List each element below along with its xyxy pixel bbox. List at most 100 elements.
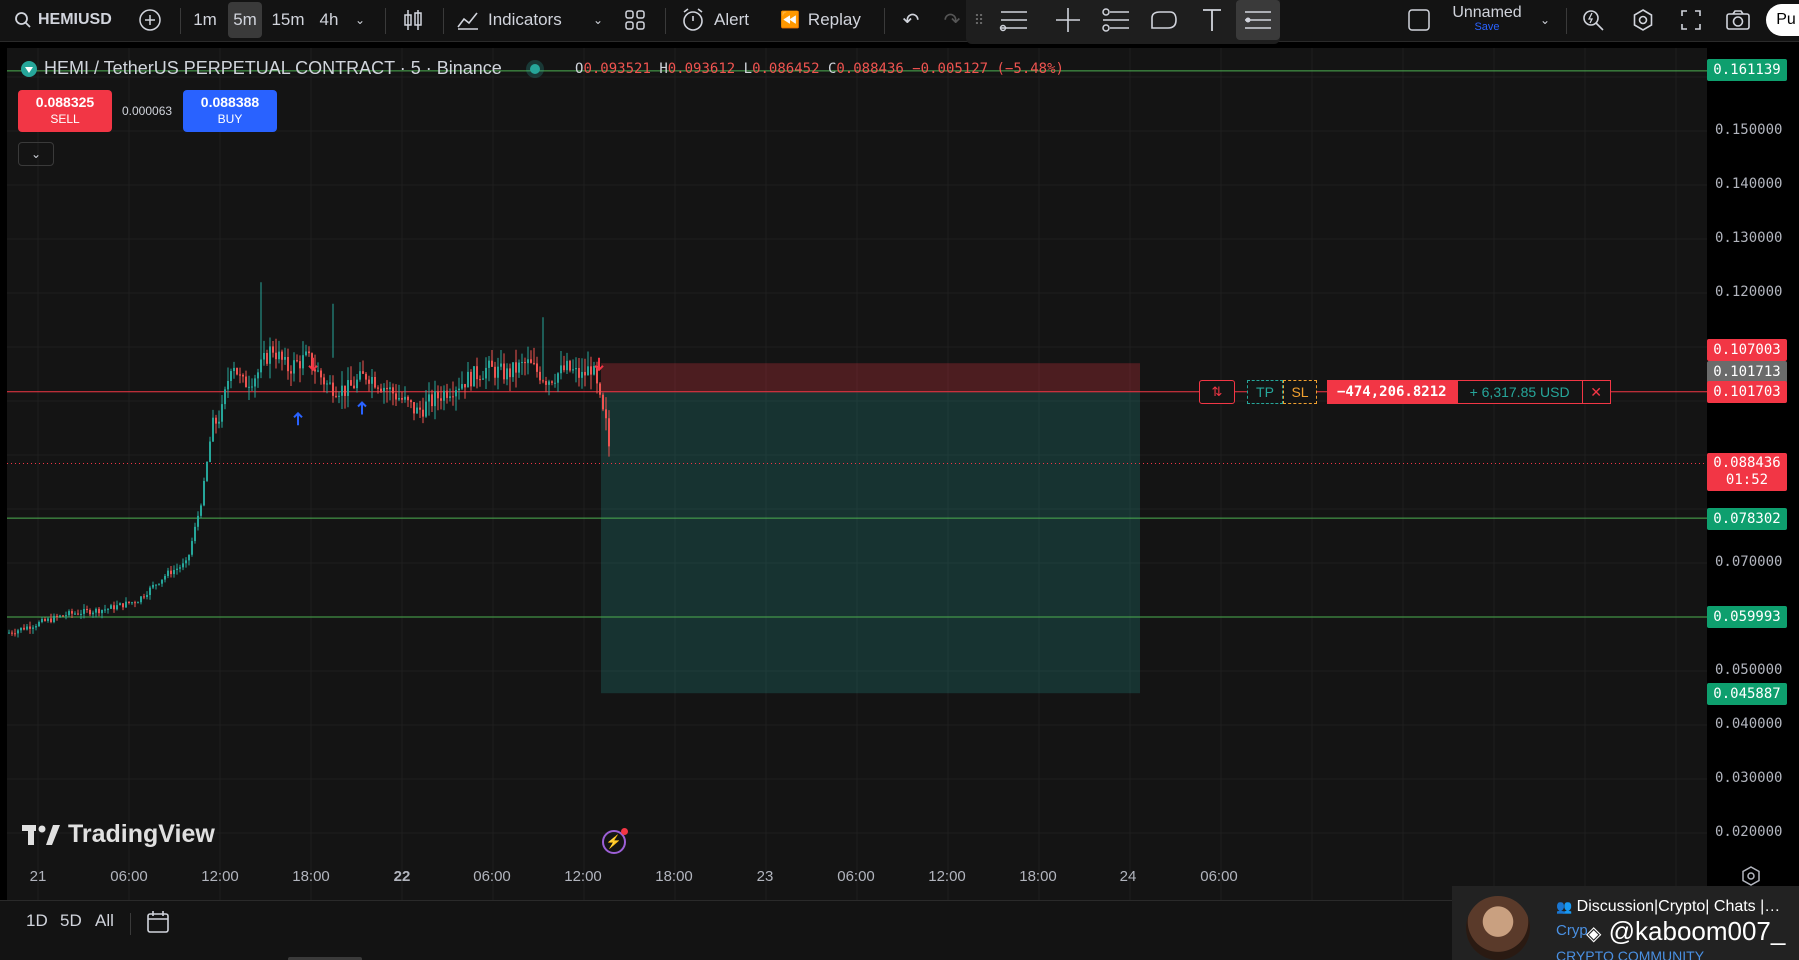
candle-body: [524, 362, 526, 364]
hline-price-tag: 0.161139: [1707, 59, 1787, 81]
indicators-dropdown[interactable]: ⌄: [588, 0, 608, 40]
legend-collapse-button[interactable]: ⌄: [18, 142, 54, 166]
candle-body: [74, 613, 76, 615]
drag-handle[interactable]: ⠿: [972, 0, 986, 40]
chart-type-button[interactable]: [398, 0, 428, 40]
time-tick: 21: [29, 868, 47, 885]
chevron-down-icon: ⌄: [30, 147, 42, 161]
candle-body: [593, 365, 595, 375]
close-position-button[interactable]: ✕: [1582, 380, 1611, 404]
line-tools-button[interactable]: [996, 0, 1032, 40]
timeframe-4h[interactable]: 4h: [314, 0, 344, 40]
buy-price: 0.088388: [200, 94, 260, 110]
search-lightning-icon: [1583, 10, 1604, 31]
compare-symbol-button[interactable]: [136, 0, 164, 40]
candle-body: [86, 608, 88, 610]
ohlc-high: 0.093612: [667, 61, 736, 77]
short-top-price-tag: 0.107003: [1707, 339, 1787, 361]
candle-body: [251, 386, 253, 388]
timeframe-dropdown[interactable]: ⌄: [350, 0, 370, 40]
snapshot-button[interactable]: [1722, 0, 1754, 40]
redo-button[interactable]: ↷: [942, 0, 962, 40]
top-toolbar: HEMIUSD 1m 5m 15m 4h ⌄ Indicators ⌄ Aler…: [0, 0, 1799, 44]
fullscreen-button[interactable]: [1676, 0, 1706, 40]
time-tick: 06:00: [110, 868, 148, 885]
candle-body: [347, 380, 349, 396]
settings-button[interactable]: [1628, 0, 1658, 40]
layout-checkbox[interactable]: [1405, 0, 1433, 40]
candle-body: [131, 602, 133, 604]
alert-button[interactable]: Alert: [680, 0, 760, 40]
status-dot: [529, 63, 540, 74]
position-qty[interactable]: −474,206.8212: [1327, 380, 1457, 404]
candle-body: [236, 367, 238, 375]
candle-body: [215, 417, 217, 424]
candle-body: [233, 367, 235, 372]
reverse-position-button[interactable]: ⇅: [1199, 380, 1235, 404]
timeframe-15m[interactable]: 15m: [268, 0, 308, 40]
events-badge[interactable]: ⚡: [602, 828, 628, 854]
position-tool-button[interactable]: [1236, 0, 1280, 40]
reverse-icon: ⇅: [1211, 384, 1223, 399]
candle-body: [14, 633, 16, 635]
candle-body: [377, 387, 379, 389]
shape-button[interactable]: [1146, 0, 1182, 40]
candle-body: [488, 360, 490, 368]
close-icon: ✕: [1590, 383, 1602, 400]
candle-body: [608, 418, 610, 447]
goto-date-button[interactable]: [145, 909, 171, 940]
candle-body: [485, 367, 487, 379]
timeframe-1m[interactable]: 1m: [190, 0, 220, 40]
candle-body: [149, 587, 151, 595]
candle-body: [110, 605, 112, 609]
quick-search-button[interactable]: [1578, 0, 1608, 40]
indicators-button[interactable]: Indicators: [456, 0, 571, 40]
candle-body: [407, 396, 409, 401]
symbol-title[interactable]: HEMI / TetherUS PERPETUAL CONTRACT · 5 ·…: [44, 58, 502, 79]
position-icon: [1245, 11, 1271, 29]
candle-body: [470, 371, 472, 387]
symbol-search-button[interactable]: HEMIUSD: [14, 0, 120, 40]
candle-body: [476, 366, 478, 380]
tradingview-logo[interactable]: TradingView: [22, 820, 215, 849]
text-tool-button[interactable]: [1194, 0, 1230, 40]
layout-dropdown[interactable]: ⌄: [1536, 0, 1554, 40]
price-chart[interactable]: [7, 48, 1707, 902]
range-5d[interactable]: 5D: [60, 911, 82, 931]
candle-body: [194, 526, 196, 542]
candle-body: [383, 387, 385, 392]
publish-button[interactable]: Pu: [1766, 4, 1799, 36]
layouts-button[interactable]: [620, 0, 650, 40]
undo-button[interactable]: ↶: [898, 0, 924, 40]
candle-body: [440, 398, 442, 401]
candle-body: [20, 627, 22, 631]
settings-lines-button[interactable]: [1098, 0, 1134, 40]
range-all[interactable]: All: [95, 911, 114, 931]
crosshair-button[interactable]: [1050, 0, 1086, 40]
time-tick: 06:00: [1200, 868, 1238, 885]
chart-pane[interactable]: [7, 48, 1707, 902]
candle-body: [539, 371, 541, 381]
timeframe-5m[interactable]: 5m: [228, 2, 262, 38]
sl-label: SL: [1291, 384, 1309, 400]
layout-name-button[interactable]: Unnamed Save: [1446, 0, 1528, 40]
range-1d[interactable]: 1D: [26, 911, 48, 931]
candle-body: [293, 360, 295, 374]
tradingview-logo-text: TradingView: [68, 820, 215, 848]
candle-body: [368, 379, 370, 384]
candle-body: [152, 584, 154, 588]
tp-button[interactable]: TP: [1247, 380, 1283, 404]
candle-body: [512, 362, 514, 378]
community-label: CRYPTO COMMUNITY: [1556, 948, 1705, 960]
hline-price-tag: 0.078302: [1707, 508, 1787, 530]
candle-body: [467, 371, 469, 388]
time-tick: 18:00: [292, 868, 330, 885]
sell-button[interactable]: 0.088325 SELL: [18, 90, 112, 132]
candle-body: [416, 407, 418, 414]
sl-button[interactable]: SL: [1283, 380, 1317, 404]
candle-body: [107, 608, 109, 610]
candle-body: [206, 461, 208, 481]
buy-signal-arrow: [357, 401, 367, 415]
buy-button[interactable]: 0.088388 BUY: [183, 90, 277, 132]
replay-button[interactable]: ⏪ Replay: [780, 0, 870, 40]
